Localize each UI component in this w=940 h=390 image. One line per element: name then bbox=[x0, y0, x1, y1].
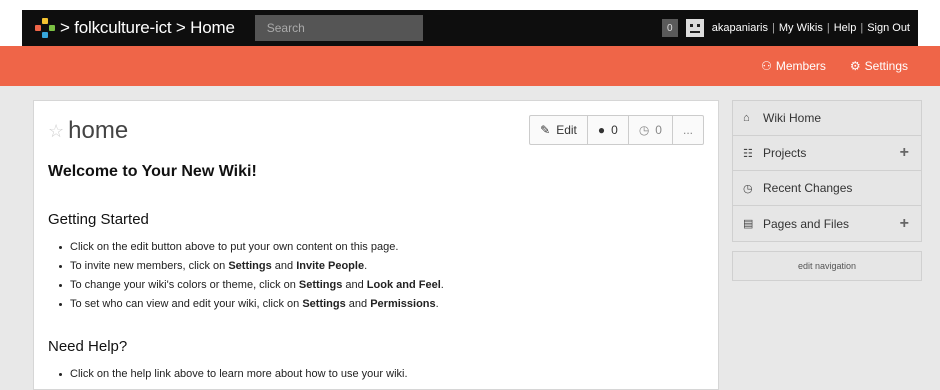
sidebar-item-label: Wiki Home bbox=[763, 111, 822, 125]
breadcrumb[interactable]: > folkculture-ict > Home bbox=[60, 18, 235, 38]
top-bar-inner: > folkculture-ict > Home Search 0 akapan… bbox=[22, 10, 918, 46]
members-icon: ⚇ bbox=[761, 59, 772, 73]
need-help-list: Click on the help link above to learn mo… bbox=[59, 365, 408, 384]
file-icon: ▤ bbox=[743, 218, 754, 230]
sign-out-link[interactable]: Sign Out bbox=[867, 22, 910, 34]
comments-icon: ● bbox=[597, 123, 606, 137]
help-link[interactable]: Help bbox=[834, 22, 857, 34]
wikispaces-logo-icon[interactable] bbox=[34, 17, 56, 39]
list-item: To set who can view and edit your wiki, … bbox=[59, 295, 444, 314]
pencil-icon: ✎ bbox=[540, 123, 551, 137]
page-toolbar: ✎ Edit ● 0 ◷ 0 ... bbox=[529, 115, 704, 145]
members-link[interactable]: ⚇ Members bbox=[761, 59, 826, 73]
settings-link[interactable]: ⚙ Settings bbox=[850, 59, 908, 73]
history-count: 0 bbox=[655, 123, 662, 137]
clock-icon: ◷ bbox=[743, 182, 753, 195]
top-bar: > folkculture-ict > Home Search 0 akapan… bbox=[0, 0, 940, 48]
sidebar-item-label: Pages and Files bbox=[763, 216, 850, 231]
clock-icon: ◷ bbox=[638, 123, 650, 137]
home-icon: ⌂ bbox=[743, 112, 750, 124]
user-menu: 0 akapaniaris | My Wikis | Help | Sign O… bbox=[661, 19, 918, 37]
sitemap-icon: ☷ bbox=[743, 147, 753, 160]
username-link[interactable]: akapaniaris bbox=[712, 22, 768, 34]
comments-count: 0 bbox=[611, 123, 618, 137]
settings-label: Settings bbox=[864, 59, 908, 73]
sidebar-item-recent-changes[interactable]: ◷ Recent Changes bbox=[733, 171, 921, 206]
add-project-button[interactable]: + bbox=[900, 144, 909, 162]
add-page-button[interactable]: + bbox=[900, 215, 909, 233]
list-item: Click on the edit button above to put yo… bbox=[59, 238, 444, 257]
welcome-heading: Welcome to Your New Wiki! bbox=[48, 163, 257, 180]
members-label: Members bbox=[775, 59, 826, 73]
gear-icon: ⚙ bbox=[849, 59, 861, 73]
edit-button[interactable]: ✎ Edit bbox=[530, 116, 588, 144]
list-item: Click on the help link above to learn mo… bbox=[59, 365, 408, 384]
sidebar-item-projects[interactable]: ☷ Projects + bbox=[733, 136, 921, 171]
more-button[interactable]: ... bbox=[673, 116, 703, 144]
comments-button[interactable]: ● 0 bbox=[588, 116, 629, 144]
sidebar-item-label: Projects bbox=[763, 146, 807, 160]
sidebar-item-label: Recent Changes bbox=[763, 181, 853, 195]
page-content: ☆ home ✎ Edit ● 0 ◷ 0 ... Welcome to You… bbox=[33, 100, 719, 390]
sidebar-navigation: ⌂ Wiki Home ☷ Projects + ◷ Recent Change… bbox=[732, 100, 922, 242]
need-help-heading: Need Help? bbox=[48, 338, 128, 355]
getting-started-list: Click on the edit button above to put yo… bbox=[59, 238, 444, 314]
star-icon[interactable]: ☆ bbox=[48, 121, 64, 142]
sidebar-item-wiki-home[interactable]: ⌂ Wiki Home bbox=[733, 101, 921, 136]
list-item: To change your wiki's colors or theme, c… bbox=[59, 276, 444, 295]
history-button[interactable]: ◷ 0 bbox=[629, 116, 673, 144]
wiki-header-bar: ⚇ Members ⚙ Settings bbox=[0, 46, 940, 86]
getting-started-heading: Getting Started bbox=[48, 211, 149, 228]
wiki-header-links: ⚇ Members ⚙ Settings bbox=[737, 46, 908, 86]
notification-count-badge[interactable]: 0 bbox=[661, 19, 678, 37]
search-input[interactable]: Search bbox=[254, 15, 423, 41]
my-wikis-link[interactable]: My Wikis bbox=[779, 22, 823, 34]
avatar[interactable] bbox=[685, 19, 704, 37]
page-title-row: ☆ home bbox=[48, 117, 128, 145]
sidebar-item-pages-and-files[interactable]: ▤ Pages and Files + bbox=[733, 206, 921, 241]
edit-button-label: Edit bbox=[556, 123, 577, 137]
page-title: home bbox=[68, 117, 129, 144]
edit-navigation-button[interactable]: edit navigation bbox=[732, 251, 922, 281]
list-item: To invite new members, click on Settings… bbox=[59, 257, 444, 276]
